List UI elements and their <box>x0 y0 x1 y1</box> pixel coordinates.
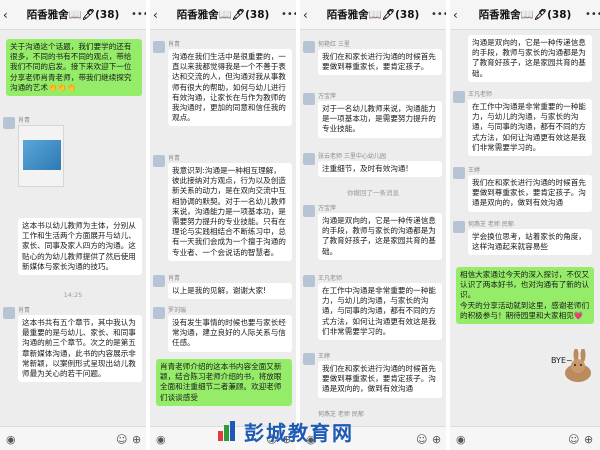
chat-title: 陌香雅舍📖🖊(38) <box>478 9 572 21</box>
more-icon[interactable]: ••• <box>281 9 296 20</box>
message-bubble: 沟通在我们生活中是很重要的，一直以来我都觉得我是一个不善于表达和交流的人，但沟通… <box>168 49 292 127</box>
message-bubble: 在工作中沟通是非常重要的一种能力，与幼儿的沟通，与家长的沟通，与同事的沟通，都有… <box>468 99 592 157</box>
bye-sticker[interactable]: BYE~ <box>550 348 594 383</box>
avatar[interactable] <box>303 353 315 365</box>
chat-header: ‹ 陌香雅舍📖🖊(38) ••• <box>0 0 146 30</box>
message-bubble-self: 相信大家通过今天的深入探讨，不仅又认识了两本好书，也对沟通有了新的认识。 今天的… <box>456 267 594 325</box>
message-bubble: 没有发生事情的时候也要与家长经常沟通，建立良好的人际关系与信任感。 <box>168 315 292 352</box>
emoji-icon[interactable]: ☺ <box>116 433 127 446</box>
sender-name: 王婷 <box>318 353 331 360</box>
message-list: 关于沟通这个话题，我们要学的还有很多，不同的书有不同的观点，带给我们不同的启发。… <box>0 31 146 426</box>
sender-name: 万宝萍 <box>318 93 337 100</box>
message-bubble: 以上是我的见解，谢谢大家! <box>168 283 292 300</box>
voice-icon[interactable]: ◉ <box>6 433 16 446</box>
avatar[interactable] <box>303 275 315 287</box>
timestamp: 14:25 <box>63 291 83 299</box>
watermark-logo-icon <box>218 421 235 441</box>
sender-name: 肖青 <box>168 41 181 48</box>
back-arrow-icon[interactable]: ‹ <box>153 8 165 22</box>
avatar[interactable] <box>153 155 165 167</box>
more-icon[interactable]: ••• <box>585 9 600 20</box>
avatar[interactable] <box>3 117 15 129</box>
sender-name: 王婷 <box>468 167 481 174</box>
book-cover-art <box>23 140 61 170</box>
message-bubble: 注重细节，及时有效沟通! <box>318 161 442 178</box>
chat-title: 陌香雅舍📖🖊(38) <box>26 9 120 21</box>
sender-name: 肖青 <box>168 155 181 162</box>
emoji-icon[interactable]: ☺ <box>568 433 579 446</box>
input-bar: ◉ ☺ ⊕ <box>0 426 146 450</box>
sender-name: 罗刘瑞 <box>168 307 187 314</box>
chat-title: 陌香雅舍📖🖊(38) <box>176 9 270 21</box>
message-bubble: 在工作中沟通是非常重要的一种能力，与幼儿的沟通，与家长的沟通，与同事的沟通，都有… <box>318 283 442 341</box>
sender-name: 肖青 <box>168 275 181 282</box>
message-bubble: 我们在和家长进行沟通的时候首先要做到尊重家长，要肯定孩子。沟通是双向的，做到有效… <box>318 361 442 398</box>
sticker-text: BYE~ <box>551 356 573 365</box>
bunny-sticker-icon: BYE~ <box>551 348 591 382</box>
sender-name: 何燕芝 老师 民郁 <box>468 221 514 228</box>
book-cover-image[interactable] <box>18 125 64 187</box>
sender-name: 万宝萍 <box>318 205 337 212</box>
chat-panel-2: ‹ 陌香雅舍📖🖊(38) ••• 肖青 沟通在我们生活中是很重要的，一直以来我都… <box>150 0 298 450</box>
chat-header: ‹ 陌香雅舍📖🖊(38) ••• <box>300 0 446 30</box>
avatar[interactable] <box>303 93 315 105</box>
back-arrow-icon[interactable]: ‹ <box>453 8 465 22</box>
message-list: 肖青 沟通在我们生活中是很重要的，一直以来我都觉得我是一个不善于表达和交流的人，… <box>150 31 296 426</box>
sender-name: 肖青 <box>18 307 31 314</box>
avatar[interactable] <box>153 307 165 319</box>
emoji-icon[interactable]: ☺ <box>416 433 427 446</box>
back-arrow-icon[interactable]: ‹ <box>3 8 15 22</box>
voice-icon[interactable]: ◉ <box>456 433 466 446</box>
message-list: 沟通是双向的，它是一种传递信息的手段，教师与家长的沟通都是为了教育好孩子，这是家… <box>450 31 600 426</box>
voice-icon[interactable]: ◉ <box>156 433 166 446</box>
chat-header: ‹ 陌香雅舍📖🖊(38) ••• <box>150 0 296 30</box>
avatar[interactable] <box>453 221 465 233</box>
watermark-text: 彭城教育网 <box>244 420 354 445</box>
avatar[interactable] <box>453 167 465 179</box>
chat-panel-3: ‹ 陌香雅舍📖🖊(38) ••• 何艳红 三里 我们在和家长进行沟通的时候首先要… <box>300 0 448 450</box>
chat-title: 陌香雅舍📖🖊(38) <box>326 9 420 21</box>
sender-name: 肖青 <box>18 117 31 124</box>
message-bubble: 我们在和家长进行沟通的时候首先要做到尊重家长，要肯定孩子。沟通是双向的，做到有效… <box>468 175 592 212</box>
avatar[interactable] <box>3 307 15 319</box>
plus-icon[interactable]: ⊕ <box>432 433 441 446</box>
back-arrow-icon[interactable]: ‹ <box>303 8 315 22</box>
chat-header: ‹ 陌香雅舍📖🖊(38) ••• <box>450 0 600 30</box>
sender-name: 王凡老师 <box>468 91 493 98</box>
avatar[interactable] <box>303 205 315 217</box>
message-bubble: 学会换位思考，站着家长的角度，这样沟通起来就容易些 <box>468 229 592 256</box>
message-bubble: 我们在和家长进行沟通的时候首先要做到尊重家长，要肯定孩子。 <box>318 49 442 76</box>
avatar[interactable] <box>153 41 165 53</box>
avatar[interactable] <box>153 275 165 287</box>
plus-icon[interactable]: ⊕ <box>584 433 593 446</box>
recall-notice: 你撤回了一条消息 <box>347 189 399 197</box>
chat-panel-4: ‹ 陌香雅舍📖🖊(38) ••• 沟通是双向的，它是一种传递信息的手段，教师与家… <box>450 0 600 450</box>
screenshot-collage: ‹ 陌香雅舍📖🖊(38) ••• 关于沟通这个话题，我们要学的还有很多，不同的书… <box>0 0 600 450</box>
message-bubble: 这本书共有五个章节，其中我认为最重要的是与幼儿、家长、和同事沟通的前三个章节。次… <box>18 315 142 383</box>
message-bubble-self: 关于沟通这个话题，我们要学的还有很多，不同的书有不同的观点，带给我们不同的启发。… <box>6 39 142 97</box>
chat-panel-1: ‹ 陌香雅舍📖🖊(38) ••• 关于沟通这个话题，我们要学的还有很多，不同的书… <box>0 0 148 450</box>
sender-name: 王凡老师 <box>318 275 343 282</box>
message-bubble: 对于一名幼儿教师来说，沟通能力是一项基本功，是需要努力提升的专业技能。 <box>318 101 442 138</box>
sender-name: 张云老师 三里中心幼儿园 <box>318 153 386 160</box>
message-bubble: 沟通是双向的，它是一种传递信息的手段，教师与家长的沟通都是为了教育好孩子，这是家… <box>468 35 592 82</box>
more-icon[interactable]: ••• <box>431 9 446 20</box>
message-bubble-self: 肖青老师介绍的这本书内容全面又新颖，结合陈习老师介绍的书，将放眼全面和注重细节二… <box>156 359 292 406</box>
more-icon[interactable]: ••• <box>131 9 146 20</box>
message-bubble: 我意识到:沟通是一种相互理解，彼此接纳对方观点，行为以及创造新关系的动力，是在双… <box>168 163 292 261</box>
message-list: 何艳红 三里 我们在和家长进行沟通的时候首先要做到尊重家长，要肯定孩子。 万宝萍… <box>300 31 446 426</box>
input-bar: ◉ ☺ ⊕ <box>450 426 600 450</box>
message-bubble: 这本书以幼儿教师为主体，分别从工作和生活两个方面展开与幼儿、家长、同事及家人四方… <box>18 218 142 276</box>
plus-icon[interactable]: ⊕ <box>132 433 141 446</box>
message-bubble: 沟通是双向的，它是一种传递信息的手段，教师与家长的沟通都是为了教育好孩子，这是家… <box>318 213 442 260</box>
sender-name: 何艳红 三里 <box>318 41 350 48</box>
avatar[interactable] <box>303 41 315 53</box>
avatar[interactable] <box>303 153 315 165</box>
watermark: 彭城教育网 <box>216 416 391 446</box>
avatar[interactable] <box>453 91 465 103</box>
